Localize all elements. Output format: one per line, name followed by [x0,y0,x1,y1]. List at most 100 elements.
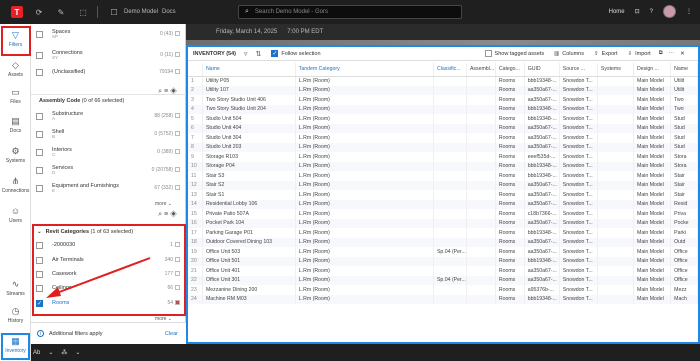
checkbox[interactable] [36,130,43,138]
table-row[interactable]: 12 Stair S2 L.Rm (Room) Rooms aa350a67-... Sn… [188,180,698,190]
filter-row[interactable]: Shell B 0 (5752) [31,128,186,140]
chevron-down-icon[interactable]: ⌄ [75,349,80,356]
table-row[interactable]: 8 Studio Unit 203 L.Rm (Room) Rooms aa350a67… [188,142,698,152]
checkbox[interactable] [484,50,492,57]
home-link[interactable]: Home [609,9,625,15]
column-header[interactable]: Source ... [559,63,598,77]
filter-row[interactable]: Equipment and Furnishings E 67 (332) [31,182,186,194]
table-row[interactable]: 11 Stair S3 L.Rm (Room) Rooms bbb19348-... Sn… [188,171,698,181]
network-icon[interactable]: ⁂ [61,349,67,356]
table-row[interactable]: 5 Studio Unit 504 L.Rm (Room) Rooms bbb19348… [188,114,698,124]
section-icon[interactable]: ⬚ [77,6,89,18]
table-row[interactable]: 23 Mezzanine Dining 200 L.Rm (Room) Rooms a9… [188,285,698,295]
rail-item-streams[interactable]: ∿ Streams [0,279,31,297]
layers-icon[interactable]: ≡ [164,211,168,218]
table-cell: bbb19348-... [524,256,560,266]
checkbox[interactable] [36,166,43,174]
checkbox[interactable] [36,184,43,192]
close-icon[interactable]: ✕ [680,51,685,57]
collapse-icon[interactable]: ▿ [244,50,248,58]
rail-item-history[interactable]: ◷ History [0,306,31,324]
filter-row[interactable]: (Unclassified) 79194 [31,66,186,78]
column-header[interactable]: Design ... [633,63,672,77]
checkbox[interactable] [36,68,43,76]
rail-item-systems[interactable]: ⚙ Systems [0,146,31,164]
table-row[interactable]: 1 Utility P05 L.Rm (Room) Rooms bbb19348-...… [188,76,698,86]
assembly-code-header[interactable]: Assembly Code (0 of 66 selected) [39,98,124,104]
avatar[interactable] [663,5,676,18]
column-header[interactable]: Assembl... [466,63,496,77]
table-row[interactable]: 4 Two Story Studio Unit 204 L.Rm (Room) Roo… [188,104,698,114]
filter-row[interactable]: Substructure A 88 (258) [31,110,186,122]
help-icon[interactable]: ? [650,9,653,15]
rail-item-assets[interactable]: ◇ Assets [0,60,31,78]
bookmark-icon[interactable]: ⊡ [635,8,640,15]
rail-item-files[interactable]: ▭ Files [0,87,31,105]
column-header[interactable]: Classific... [433,63,467,77]
table-row[interactable]: 18 Outdoor Covered Dining 103 L.Rm (Room) R… [188,237,698,247]
rail-item-docs[interactable]: ▤ Docs [0,116,31,134]
table-row[interactable]: 7 Studio Unit 304 L.Rm (Room) Rooms aa350a67… [188,133,698,143]
table-row[interactable]: 15 Private Patio 507A L.Rm (Room) Rooms c18b… [188,209,698,219]
search-icon[interactable]: ⌕ [158,211,162,218]
table-row[interactable]: 2 Utility 107 L.Rm (Room) Rooms aa350a67-...… [188,85,698,95]
table-row[interactable]: 13 Stair S1 L.Rm (Room) Rooms aa350a67-... Sn… [188,190,698,200]
column-header[interactable]: Catego... [495,63,525,77]
table-row[interactable]: 16 Pocket Park 104 L.Rm (Room) Rooms aa350a6… [188,218,698,228]
model-name[interactable]: Demo Model [124,9,158,15]
column-header[interactable]: GUID [524,63,560,77]
checkbox[interactable] [36,112,43,120]
view-mode-icon[interactable]: ⟳ [33,6,45,18]
table-header-row: Name Tandem Category Classific... Assemb… [188,63,698,77]
table-cell [466,76,496,86]
export-button[interactable]: ⇪ Export [594,51,618,57]
filter-row[interactable]: Interiors C 0 (389) [31,146,186,158]
edit-icon[interactable]: ☐ [108,6,120,18]
table-row[interactable]: 19 Office Unit 503 L.Rm (Room) Sp.04 (Per..… [188,247,698,257]
rail-item-connections[interactable]: ⋔ Connections [0,176,31,194]
filter-row[interactable]: Services D 0 (20758) [31,164,186,176]
chevron-down-icon[interactable]: ⌄ [48,349,53,356]
checkbox[interactable] [36,148,43,156]
table-cell: Utilit [670,76,698,86]
table-row[interactable]: 17 Parking Garage P01 L.Rm (Room) Rooms bbb1… [188,228,698,238]
columns-button[interactable]: ▥ Columns [554,51,584,57]
column-header[interactable]: Tandem Category [295,63,434,77]
checkbox[interactable] [36,30,43,38]
follow-selection-toggle[interactable]: ✓ Follow selection [271,50,321,57]
column-header[interactable]: Systems [597,63,635,77]
text-tool[interactable]: Ab [33,350,40,356]
table-row[interactable]: 10 Storage P04 L.Rm (Room) Rooms bbb19348-..… [188,161,698,171]
import-button[interactable]: ⇩ Import [628,51,651,57]
column-header[interactable]: Name [670,63,698,77]
rail-label: Assets [7,72,23,78]
table-row[interactable]: 9 Storage R103 L.Rm (Room) Rooms eeef535d-..… [188,152,698,162]
filter-row[interactable]: Spaces SP 0 (43) [31,28,186,40]
filter-row[interactable]: Connections SY 0 (11) [31,49,186,61]
table-row[interactable]: 14 Residential Lobby 106 L.Rm (Room) Rooms a… [188,199,698,209]
column-header[interactable] [188,63,203,77]
docs-link[interactable]: Docs [162,9,176,15]
popout-icon[interactable]: ⧉ [659,50,663,57]
rail-item-users[interactable]: ☺ Users [0,206,31,224]
checkbox-checked[interactable]: ✓ [271,50,279,57]
more-icon[interactable]: ⋯ [669,51,675,57]
measure-icon[interactable]: ✎ [55,6,67,18]
sort-icon[interactable]: ⇅ [256,50,262,58]
table-row[interactable]: 21 Office Unit 401 L.Rm (Room) Rooms aa350a6… [188,266,698,276]
show-tagged-toggle[interactable]: Show tagged assets [484,50,544,57]
search-input[interactable]: ⌕ Search Demo Model - Gors [238,5,462,19]
table-row[interactable]: 20 Office Unit 501 L.Rm (Room) Rooms bbb1934… [188,256,698,266]
table-row[interactable]: 22 Office Unit 301 L.Rm (Room) Sp.04 (Per..… [188,275,698,285]
more-vertical-icon[interactable]: ⋮ [686,8,692,15]
table-cell [597,123,635,133]
table-row[interactable]: 3 Two Story Studio Unit 406 L.Rm (Room) Roo… [188,95,698,105]
table-row[interactable]: 24 Machine RM M03 L.Rm (Room) Rooms bbb19348… [188,294,698,304]
color-icon[interactable]: ◈ [170,211,177,218]
app-logo[interactable]: T [11,6,23,18]
table-row[interactable]: 6 Studio Unit 404 L.Rm (Room) Rooms aa350a67… [188,123,698,133]
column-header[interactable]: Name [202,63,296,77]
checkbox[interactable] [36,51,43,59]
assembly-more-link[interactable]: more ⌄ [155,201,172,207]
clear-filters-button[interactable]: Clear [165,331,178,337]
